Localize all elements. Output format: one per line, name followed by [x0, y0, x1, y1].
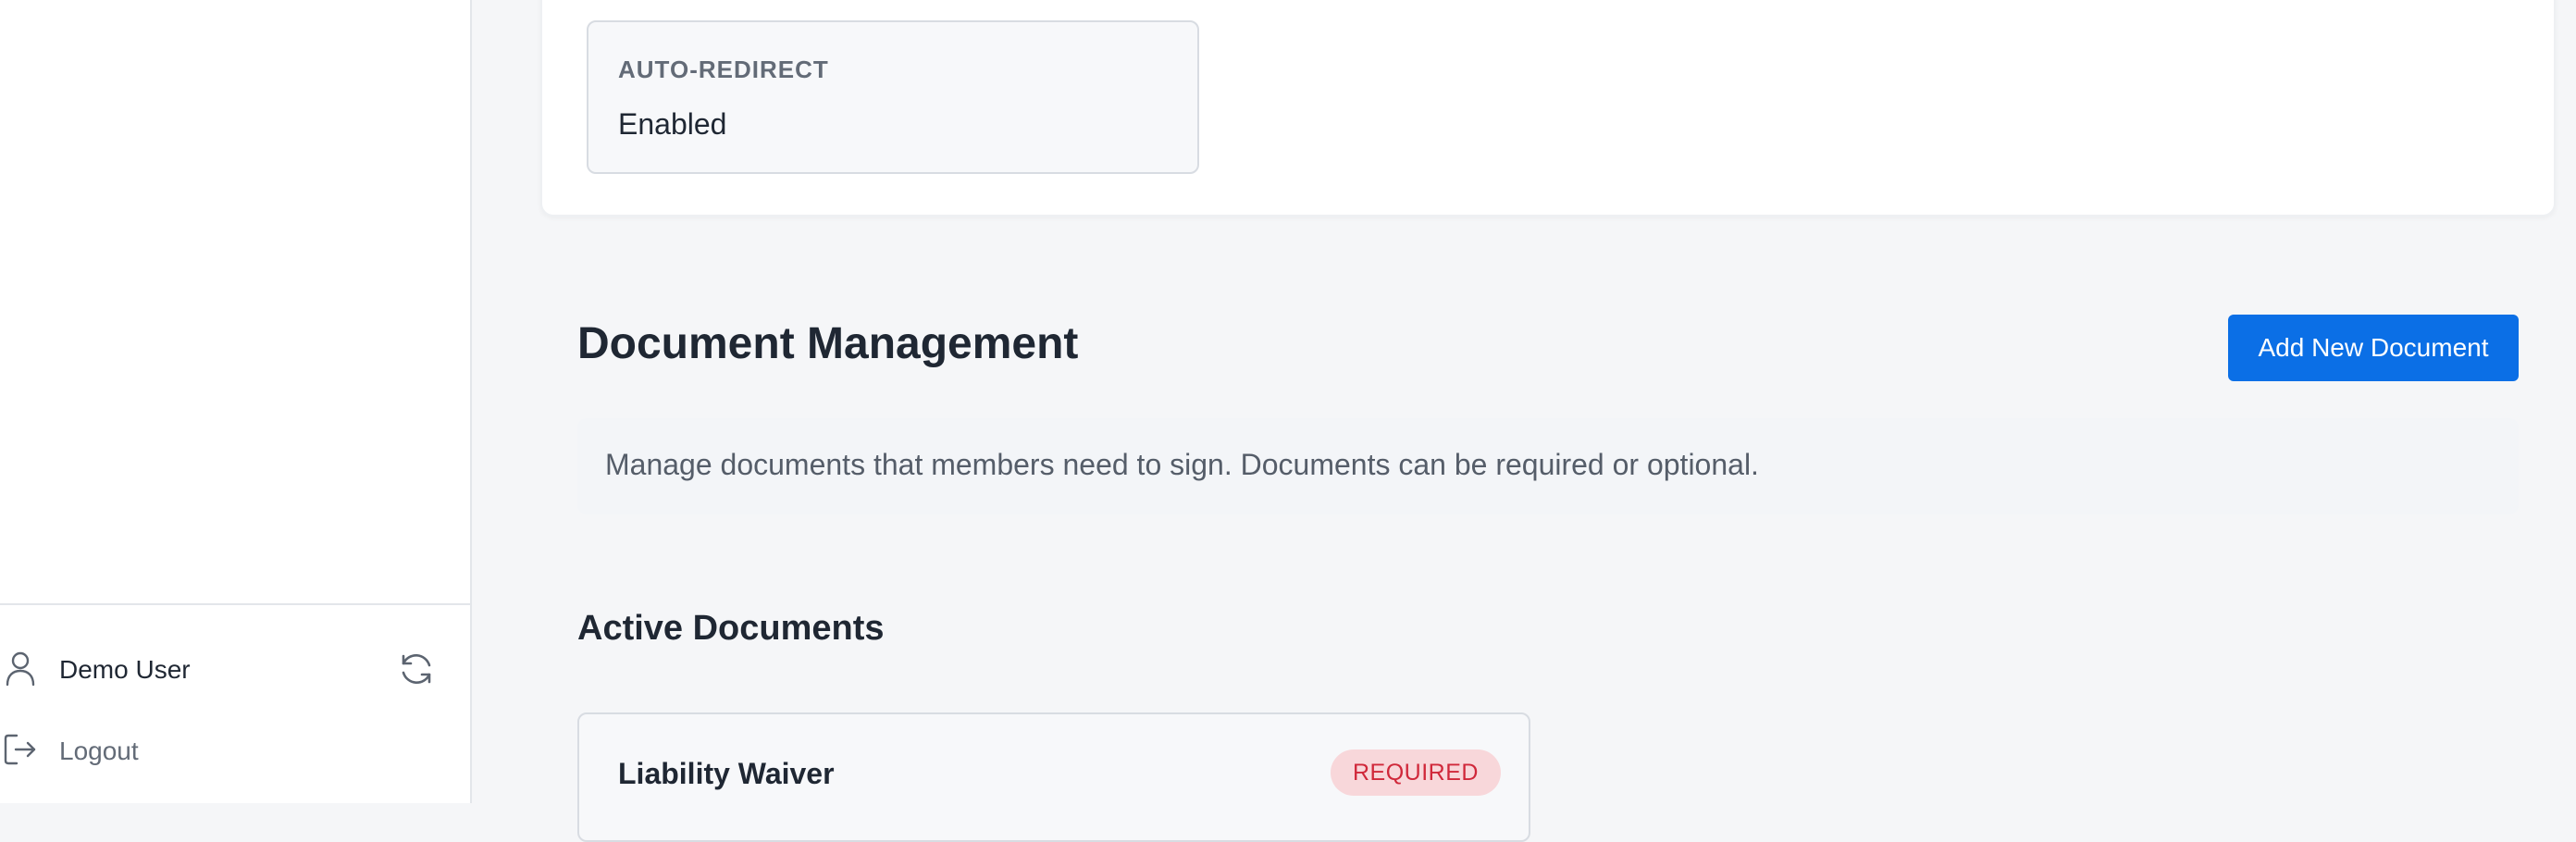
document-name: Liability Waiver	[618, 757, 835, 790]
logout-label: Logout	[59, 737, 139, 765]
auto-redirect-setting: AUTO-REDIRECT Enabled	[587, 20, 1199, 174]
logout-button[interactable]: Logout	[0, 725, 241, 774]
user-row: Demo User	[0, 644, 470, 692]
settings-card: AUTO-REDIRECT Enabled	[540, 0, 2556, 217]
add-new-document-button[interactable]: Add New Document	[2228, 315, 2519, 381]
document-card[interactable]: Liability Waiver REQUIRED	[577, 712, 1530, 842]
user-icon	[0, 644, 41, 692]
sidebar: Demo User Logout	[0, 0, 472, 803]
page-title: Document Management	[577, 319, 1079, 368]
auto-redirect-value: Enabled	[618, 107, 727, 141]
refresh-icon[interactable]	[392, 648, 440, 690]
user-name: Demo User	[59, 655, 191, 684]
required-badge: REQUIRED	[1331, 749, 1501, 796]
active-documents-title: Active Documents	[577, 609, 885, 648]
logout-icon	[0, 725, 41, 774]
info-text: Manage documents that members need to si…	[605, 448, 1759, 481]
auto-redirect-label: AUTO-REDIRECT	[618, 56, 829, 83]
info-box: Manage documents that members need to si…	[577, 418, 2519, 514]
sidebar-footer: Demo User Logout	[0, 603, 470, 803]
